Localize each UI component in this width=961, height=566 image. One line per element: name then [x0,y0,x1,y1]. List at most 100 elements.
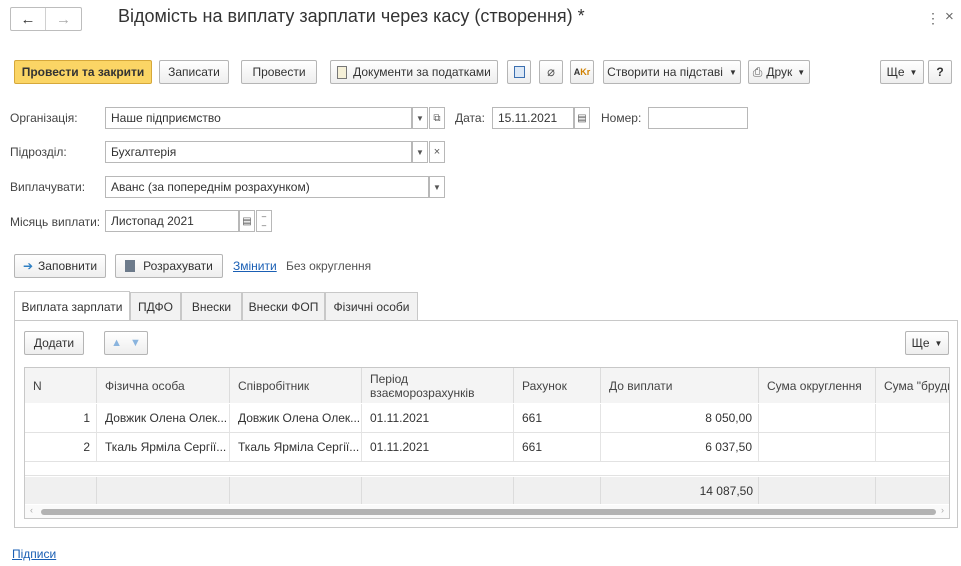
column-header-n[interactable]: N [25,368,97,403]
signatures-link[interactable]: Підписи [12,547,56,561]
post-and-close-button[interactable]: Провести та закрити [14,60,152,84]
tax-documents-button[interactable]: Документи за податками [330,60,498,84]
department-dropdown-icon[interactable]: ▼ [412,141,428,163]
tab-fop-contributions[interactable]: Внески ФОП [242,292,325,320]
row-person[interactable]: Ткаль Ярміла Сергії... [97,433,230,461]
row-number: 2 [25,433,97,461]
row-period[interactable]: 01.11.2021 [362,404,514,432]
date-label: Дата: [455,111,485,125]
print-label: Друк [766,65,793,79]
row-period[interactable]: 01.11.2021 [362,433,514,461]
print-button[interactable]: ⎙ Друк ▼ [748,60,810,84]
help-button[interactable]: ? [928,60,952,84]
row-employee[interactable]: Довжик Олена Олек... [230,404,362,432]
calendar-icon[interactable]: ▤ [574,107,590,129]
tab-pdfo[interactable]: ПДФО [130,292,181,320]
row-amount[interactable]: 6 037,50 [601,433,759,461]
open-icon[interactable]: ⧉ [429,107,445,129]
column-header-person[interactable]: Фізична особа [97,368,230,403]
column-header-to-pay[interactable]: До виплати [601,368,759,403]
month-calendar-icon[interactable]: ▤ [239,210,255,232]
create-based-label: Створити на підставі [607,65,723,79]
department-field[interactable]: Бухгалтерія [105,141,412,163]
more-label: Ще [886,65,905,79]
spelling-icon[interactable]: A Kr [570,60,594,84]
scroll-right-icon[interactable]: › [941,505,944,515]
document-icon [337,65,348,79]
attachment-icon[interactable]: ⌀ [539,60,563,84]
arrow-up-icon: ▲ [111,337,122,349]
tab-individuals[interactable]: Фізичні особи [325,292,418,320]
row-rounding[interactable] [759,404,876,432]
more-button[interactable]: Ще ▼ [880,60,924,84]
rounding-label: Без округлення [286,259,372,273]
stepper-down-icon[interactable]: – [262,221,266,230]
change-link[interactable]: Змінити [233,259,277,273]
pay-type-field[interactable]: Аванс (за попереднім розрахунком) [105,176,429,198]
row-number: 1 [25,404,97,432]
row-gross[interactable] [876,433,949,461]
row-amount[interactable]: 8 050,00 [601,404,759,432]
more-icon[interactable]: ⋮ [926,10,940,27]
move-up-button[interactable]: ▲ ▼ [104,331,148,355]
fill-label: Заповнити [38,259,98,273]
create-based-on-button[interactable]: Створити на підставі ▼ [603,60,741,84]
tab-contributions[interactable]: Внески [181,292,242,320]
number-field[interactable] [648,107,748,129]
number-label: Номер: [601,111,642,125]
chevron-down-icon: ▼ [909,67,918,77]
scrollbar-thumb[interactable] [41,509,936,515]
arrow-down-icon: ▼ [130,337,141,349]
structure-icon[interactable] [507,60,531,84]
page-title: Відомість на виплату зарплати через касу… [118,6,585,26]
total-amount: 14 087,50 [699,483,753,498]
date-field[interactable]: 15.11.2021 [492,107,574,129]
chevron-down-icon: ▼ [934,338,943,348]
table-more-button[interactable]: Ще ▼ [905,331,949,355]
column-header-rounding[interactable]: Сума округлення [759,368,876,403]
row-rounding[interactable] [759,433,876,461]
department-label: Підрозділ: [10,145,67,159]
save-button[interactable]: Записати [159,60,229,84]
column-header-gross[interactable]: Сума "брудн [876,368,949,403]
clear-icon[interactable]: × [429,141,445,163]
table-more-label: Ще [911,336,930,350]
row-person[interactable]: Довжик Олена Олек... [97,404,230,432]
post-button[interactable]: Провести [241,60,317,84]
nav-buttons: ← → [10,7,82,31]
fill-button[interactable]: ➔ Заповнити [14,254,106,278]
row-gross[interactable] [876,404,949,432]
chevron-down-icon: ▼ [728,67,737,77]
column-header-employee[interactable]: Співробітник [230,368,362,403]
column-header-period[interactable]: Період взаєморозрахунків [362,368,514,403]
row-account[interactable]: 661 [514,433,601,461]
add-button[interactable]: Додати [24,331,84,355]
empty-row [25,462,949,476]
printer-icon: ⎙ [752,64,763,79]
pay-type-dropdown-icon[interactable]: ▼ [429,176,445,198]
scroll-left-icon[interactable]: ‹ [30,505,33,515]
column-header-account[interactable]: Рахунок [514,368,601,403]
month-label: Місяць виплати: [10,215,101,229]
organization-label: Організація: [10,111,78,125]
calculate-label: Розрахувати [143,259,213,273]
footer-dividers [25,477,949,504]
horizontal-scrollbar[interactable]: ‹ › [25,505,949,518]
row-account[interactable]: 661 [514,404,601,432]
tab-salary-payment[interactable]: Виплата зарплати [14,291,130,321]
calculate-button[interactable]: Розрахувати [115,254,223,278]
organization-dropdown-icon[interactable]: ▼ [412,107,428,129]
forward-icon[interactable]: → [46,8,81,30]
row-employee[interactable]: Ткаль Ярміла Сергії... [230,433,362,461]
calculator-icon [125,260,136,272]
chevron-down-icon: ▼ [797,67,806,77]
tax-documents-label: Документи за податками [353,65,491,79]
stepper-up-icon[interactable]: – [262,212,266,221]
fill-arrow-icon: ➔ [22,259,34,273]
close-icon[interactable]: × [945,8,954,25]
organization-field[interactable]: Наше підприємство [105,107,412,129]
pay-label: Виплачувати: [10,180,86,194]
month-field[interactable]: Листопад 2021 [105,210,239,232]
month-stepper[interactable]: – – [256,210,272,232]
back-icon[interactable]: ← [11,8,47,30]
